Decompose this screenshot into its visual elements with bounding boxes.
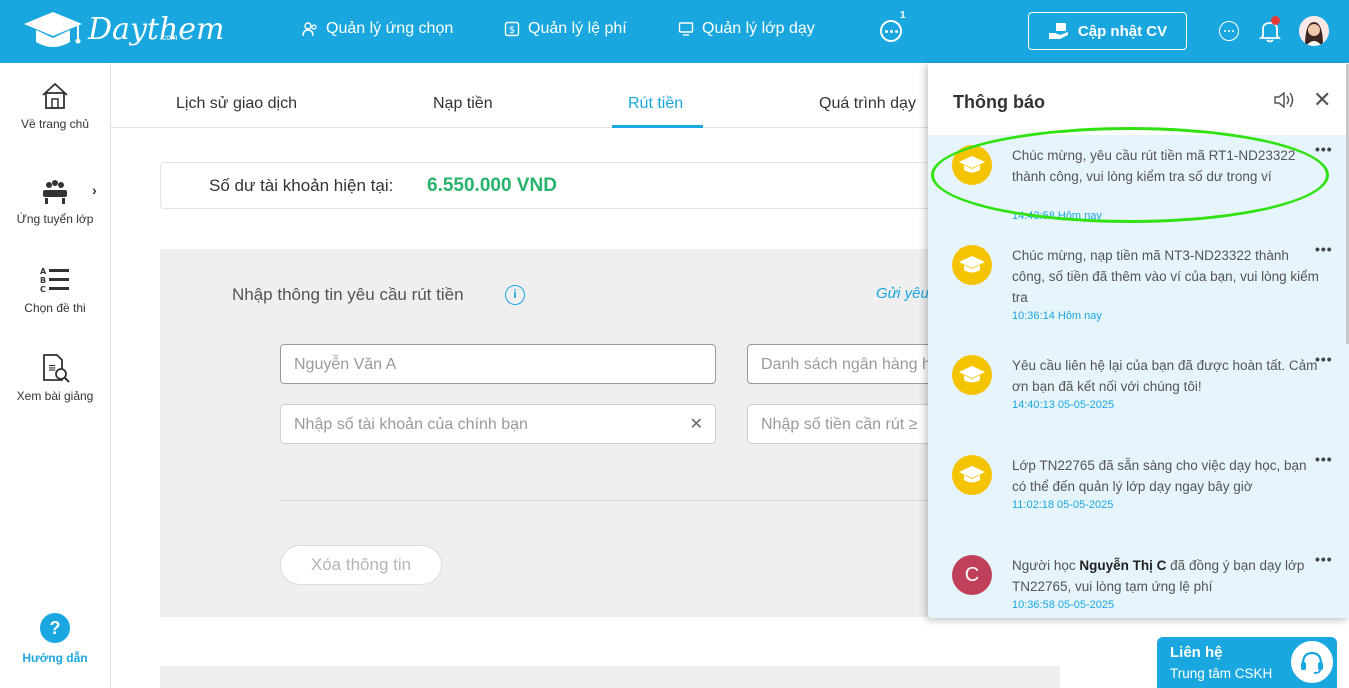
sidebar-item-label: Ứng tuyển lớp xyxy=(16,212,94,226)
notification-text: Chúc mừng, yêu cầu rút tiền mã RT1-ND233… xyxy=(1012,148,1296,184)
exam-list-icon: A B C xyxy=(40,267,69,294)
sidebar-item-label: Chọn đề thi xyxy=(24,301,86,315)
notification-item[interactable]: Yêu cầu liên hệ lại của bạn đã được hoàn… xyxy=(928,345,1349,445)
lecture-icon: ≡ xyxy=(43,354,70,383)
bottom-section xyxy=(160,666,1060,688)
notification-text: Người học Nguyễn Thị C đã đồng ý bạn dạy… xyxy=(1012,558,1305,594)
tab-withdraw[interactable]: Rút tiền xyxy=(628,95,683,113)
notification-time: 14:40:13 05-05-2025 xyxy=(1012,399,1115,411)
form-title: Nhập thông tin yêu cầu rút tiền xyxy=(232,285,464,304)
account-number-input[interactable]: Nhập số tài khoản của chính bạn ✕ xyxy=(280,404,716,444)
logo-subtext: .com xyxy=(160,33,178,42)
notification-text: Chúc mừng, nạp tiền mã NT3-ND23322 thành… xyxy=(1012,248,1319,305)
notification-text: Lớp TN22765 đã sẵn sàng cho việc dạy học… xyxy=(1012,458,1307,494)
sidebar: Về trang chủ Ứng tuyển lớp › A B C Chọn … xyxy=(0,63,111,688)
top-navbar: Daythem .com Quản lý ứng chọn $ Quản lý … xyxy=(0,0,1349,63)
more-options-icon[interactable]: ••• xyxy=(1315,551,1333,567)
close-icon[interactable]: ✕ xyxy=(1313,87,1331,113)
user-letter-avatar: C xyxy=(952,555,992,595)
reset-form-button[interactable]: Xóa thông tin xyxy=(280,545,442,585)
balance-card: Số dư tài khoản hiện tại: 6.550.000 VND xyxy=(160,162,1060,209)
send-request-link[interactable]: Gửi yêu xyxy=(876,285,929,302)
sidebar-item-home[interactable]: Về trang chủ xyxy=(0,81,110,131)
notification-text: Yêu cầu liên hệ lại của bạn đã được hoàn… xyxy=(1012,358,1318,394)
users-icon xyxy=(302,22,317,37)
contact-widget[interactable]: Liên hệ Trung tâm CSKH xyxy=(1157,637,1337,688)
classroom-icon xyxy=(43,180,67,204)
account-name-placeholder: Nguyễn Văn A xyxy=(294,356,397,373)
cv-hand-icon xyxy=(1048,23,1068,39)
balance-value: 6.550.000 VND xyxy=(427,175,557,196)
dollar-icon: $ xyxy=(504,21,520,37)
user-avatar[interactable] xyxy=(1299,16,1329,46)
graduation-cap-icon xyxy=(952,145,992,185)
notification-time: 14:43:58 Hôm nay xyxy=(1012,210,1102,222)
amount-placeholder: Nhập số tiền cần rút ≥ xyxy=(761,416,918,433)
graduation-cap-icon xyxy=(952,355,992,395)
logo-text: Daythem xyxy=(88,12,225,47)
headset-icon xyxy=(1289,639,1335,685)
more-menu-button[interactable] xyxy=(880,20,902,42)
more-count-badge: 1 xyxy=(900,10,906,21)
speaker-icon[interactable] xyxy=(1273,90,1295,110)
notification-item[interactable]: Chúc mừng, yêu cầu rút tiền mã RT1-ND233… xyxy=(928,135,1349,235)
logo[interactable]: Daythem xyxy=(22,8,224,52)
notification-title: Thông báo xyxy=(953,92,1045,112)
home-icon xyxy=(42,82,68,109)
info-icon[interactable]: i xyxy=(505,285,525,305)
sidebar-item-label: Về trang chủ xyxy=(20,117,90,131)
nav-manage-classes[interactable]: Quản lý lớp dạy xyxy=(678,20,815,38)
help-label: Hướng dẫn xyxy=(22,651,88,665)
graduation-cap-icon xyxy=(952,455,992,495)
tab-deposit[interactable]: Nạp tiền xyxy=(433,95,493,113)
chat-icon[interactable] xyxy=(1219,21,1239,41)
question-icon: ? xyxy=(40,613,70,643)
notification-time: 10:36:14 Hôm nay xyxy=(1012,310,1102,322)
svg-text:A: A xyxy=(40,267,47,276)
more-options-icon[interactable]: ••• xyxy=(1315,241,1333,257)
more-options-icon[interactable]: ••• xyxy=(1315,451,1333,467)
svg-text:≡: ≡ xyxy=(48,363,56,374)
svg-text:C: C xyxy=(40,285,46,294)
contact-subtitle: Trung tâm CSKH xyxy=(1170,666,1273,681)
bank-select-placeholder: Danh sách ngân hàng h xyxy=(761,356,931,373)
nav-label: Quản lý ứng chọn xyxy=(326,20,454,37)
clear-icon[interactable]: ✕ xyxy=(690,414,703,434)
sidebar-item-label: Xem bài giảng xyxy=(16,389,94,403)
graduation-cap-icon xyxy=(952,245,992,285)
notification-item[interactable]: Chúc mừng, nạp tiền mã NT3-ND23322 thành… xyxy=(928,235,1349,335)
update-cv-button[interactable]: Cập nhật CV xyxy=(1028,12,1187,50)
notification-time: 11:02:18 05-05-2025 xyxy=(1012,499,1114,511)
help-button[interactable]: ? Hướng dẫn xyxy=(0,613,110,665)
chevron-right-icon[interactable]: › xyxy=(92,182,97,198)
graduation-cap-icon xyxy=(24,12,82,47)
more-options-icon[interactable]: ••• xyxy=(1315,351,1333,367)
notification-panel: Thông báo ✕ Chúc mừng, yêu cầu rút tiền … xyxy=(928,63,1349,618)
update-cv-label: Cập nhật CV xyxy=(1077,22,1168,40)
sidebar-item-choose-exam[interactable]: A B C Chọn đề thi xyxy=(0,265,110,315)
sidebar-item-lectures[interactable]: ≡ Xem bài giảng xyxy=(0,353,110,403)
monitor-icon xyxy=(678,22,694,36)
nav-manage-applications[interactable]: Quản lý ứng chọn xyxy=(302,20,453,38)
tab-teaching-process[interactable]: Quá trình dạy xyxy=(819,95,916,113)
notification-dot xyxy=(1271,16,1280,25)
nav-label: Quản lý lệ phí xyxy=(528,20,627,37)
notification-item[interactable]: C Người học Nguyễn Thị C đã đồng ý bạn d… xyxy=(928,545,1349,618)
nav-manage-fees[interactable]: $ Quản lý lệ phí xyxy=(504,20,627,38)
account-name-input[interactable]: Nguyễn Văn A xyxy=(280,344,716,384)
account-number-placeholder: Nhập số tài khoản của chính bạn xyxy=(294,416,528,433)
svg-text:B: B xyxy=(40,276,46,285)
active-tab-indicator xyxy=(612,125,703,128)
notification-list: Chúc mừng, yêu cầu rút tiền mã RT1-ND233… xyxy=(928,135,1349,618)
notification-header: Thông báo ✕ xyxy=(928,63,1349,135)
contact-title: Liên hệ xyxy=(1170,644,1223,661)
nav-label: Quản lý lớp dạy xyxy=(702,20,815,37)
more-options-icon[interactable]: ••• xyxy=(1315,141,1333,157)
balance-label: Số dư tài khoản hiện tại: xyxy=(209,176,394,195)
withdraw-form: Nhập thông tin yêu cầu rút tiền i Gửi yê… xyxy=(160,249,1060,617)
svg-text:$: $ xyxy=(509,25,515,36)
notification-time: 10:36:58 05-05-2025 xyxy=(1012,599,1115,611)
notification-item[interactable]: Lớp TN22765 đã sẵn sàng cho việc dạy học… xyxy=(928,445,1349,545)
tab-transaction-history[interactable]: Lịch sử giao dịch xyxy=(176,95,297,113)
